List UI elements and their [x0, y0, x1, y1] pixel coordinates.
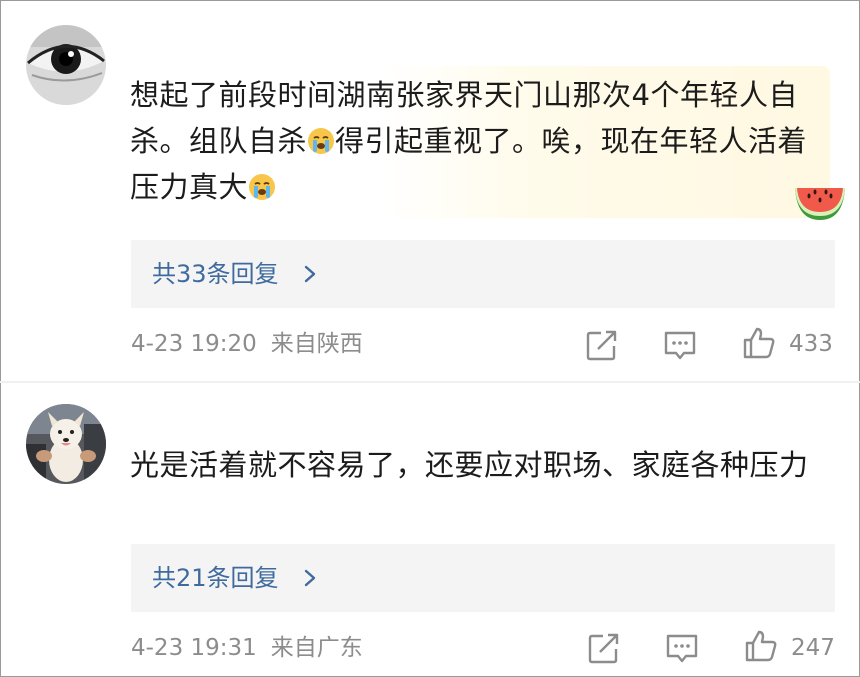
chevron-right-icon: [304, 265, 316, 283]
comment-location: 来自广东: [270, 635, 363, 661]
comment-item: 光是活着就不容易了，还要应对职场、家庭各种压力 共21条回复 4-23 19:3…: [0, 383, 860, 677]
share-icon[interactable]: [587, 631, 621, 665]
avatar[interactable]: [26, 25, 106, 105]
comment-text: 想起了前段时间湖南张家界天门山那次4个年轻人自杀。组队自杀 得引起重视了。唉，现在…: [130, 72, 820, 210]
comment-location: 来自陕西: [270, 331, 363, 357]
share-icon[interactable]: [585, 328, 619, 362]
watermelon-sticker: [795, 188, 845, 220]
comment-icon[interactable]: [663, 328, 697, 362]
comment-time: 4-23 19:20: [131, 331, 257, 357]
comment-item: 想起了前段时间湖南张家界天门山那次4个年轻人自杀。组队自杀 得引起重视了。唉，现在…: [0, 0, 860, 380]
comment-text: 光是活着就不容易了，还要应对职场、家庭各种压力: [130, 448, 809, 482]
thumbs-up-icon[interactable]: [744, 629, 778, 663]
comment-time: 4-23 19:31: [131, 635, 257, 661]
thumbs-up-icon[interactable]: [742, 326, 776, 360]
chevron-right-icon: [304, 569, 316, 587]
view-replies-button[interactable]: 共33条回复: [131, 240, 835, 308]
like-count: 247: [791, 635, 835, 661]
replies-count-label: 共21条回复: [152, 564, 279, 592]
replies-count-label: 共33条回复: [152, 260, 279, 288]
view-replies-button[interactable]: 共21条回复: [131, 544, 835, 612]
comment-meta: 4-23 19:31 来自广东: [131, 633, 363, 663]
like-count: 433: [789, 331, 833, 357]
avatar[interactable]: [26, 404, 106, 484]
crying-face-icon: [249, 174, 276, 200]
comment-icon[interactable]: [665, 631, 699, 665]
comment-meta: 4-23 19:20 来自陕西: [131, 329, 363, 359]
crying-face-icon: [308, 128, 335, 154]
